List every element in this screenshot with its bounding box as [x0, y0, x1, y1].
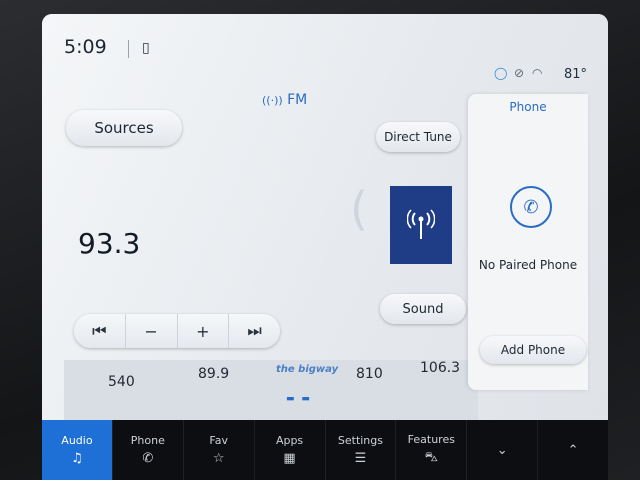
voice-assistant-icon: ◯ [494, 66, 508, 80]
dock-apps[interactable]: Apps ▦ [255, 420, 326, 480]
mic-muted-icon: ⊘ [514, 66, 525, 80]
sources-button[interactable]: Sources [66, 110, 182, 146]
sliders-icon: ☰ [354, 451, 367, 466]
dock-settings-label: Settings [337, 434, 383, 447]
preset-2[interactable]: 89.9 [198, 366, 229, 382]
station-art [390, 186, 452, 264]
infotainment-screen: 5:09 ▯ ◯ ⊘ ◠ 81° ((·)) FM Sources Direct… [42, 14, 608, 480]
dock-settings[interactable]: Settings ☰ [326, 420, 397, 480]
car-icon: ⛍ [424, 450, 439, 465]
no-paired-phone-text: No Paired Phone [478, 258, 578, 272]
music-note-icon: ♫ [71, 451, 83, 466]
dock-expand[interactable]: ⌃ [538, 420, 608, 480]
station-frequency: 93.3 [78, 227, 141, 260]
dock-audio[interactable]: Audio ♫ [42, 420, 113, 480]
signal-waves-decoration: ( [350, 182, 368, 236]
grid-icon: ▦ [283, 451, 296, 466]
outside-temperature: 81° [564, 67, 588, 82]
skip-forward-icon: ⏭ [247, 321, 262, 340]
seek-back-button[interactable]: ⏮ [74, 314, 126, 348]
radio-antenna-icon: ((·)) [262, 94, 283, 107]
add-phone-button[interactable]: Add Phone [480, 336, 586, 364]
minus-icon: − [144, 321, 158, 341]
sound-button[interactable]: Sound [380, 294, 466, 324]
phone-icon: ✆ [523, 196, 539, 218]
dock-phone-label: Phone [130, 434, 165, 447]
phone-projection-icon: ▯ [142, 40, 150, 56]
tune-down-button[interactable]: − [126, 314, 178, 348]
preset-1[interactable]: 540 [108, 374, 135, 390]
preset-bar: 540 89.9 the bigway 810 106.3 [64, 360, 478, 420]
seek-forward-button[interactable]: ⏭ [229, 314, 280, 348]
tuning-controls: ⏮ − + ⏭ [74, 314, 280, 348]
audio-main-area: 5:09 ▯ ◯ ⊘ ◠ 81° ((·)) FM Sources Direct… [42, 14, 608, 420]
dock-audio-label: Audio [61, 434, 93, 447]
status-separator [128, 40, 129, 58]
chevron-up-icon: ⌃ [567, 442, 579, 458]
band-indicator: ((·)) FM [262, 92, 307, 108]
dock-fav[interactable]: Fav ☆ [184, 420, 255, 480]
dock-features-label: Features [407, 433, 455, 446]
star-icon: ☆ [212, 451, 225, 466]
dock-features[interactable]: Features ⛍ [396, 420, 468, 480]
preset-page-indicator: ▬ ▬ [286, 394, 312, 404]
dock-collapse[interactable]: ⌄ [467, 420, 539, 480]
radio-tower-icon [407, 209, 435, 239]
preset-3-logo[interactable]: the bigway [276, 364, 338, 375]
dock-phone[interactable]: Phone ✆ [113, 420, 184, 480]
phone-icon: ✆ [142, 451, 154, 466]
direct-tune-button[interactable]: Direct Tune [376, 122, 460, 152]
preset-4[interactable]: 810 [356, 366, 383, 382]
bottom-dock: Audio ♫ Phone ✆ Fav ☆ Apps ▦ Settings ☰ … [42, 420, 608, 480]
dock-fav-label: Fav [209, 434, 228, 447]
tune-up-button[interactable]: + [178, 314, 230, 348]
wifi-icon: ◠ [532, 66, 543, 80]
band-label: FM [287, 92, 308, 108]
skip-back-icon: ⏮ [92, 321, 107, 340]
clock: 5:09 [64, 36, 107, 58]
phone-panel-title: Phone [509, 100, 547, 114]
chevron-down-icon: ⌄ [496, 442, 508, 458]
preset-5[interactable]: 106.3 [420, 360, 460, 376]
phone-panel: Phone ✆ No Paired Phone Add Phone [468, 94, 588, 390]
plus-icon: + [196, 321, 210, 341]
dock-apps-label: Apps [275, 434, 304, 447]
phone-circle[interactable]: ✆ [510, 186, 552, 228]
